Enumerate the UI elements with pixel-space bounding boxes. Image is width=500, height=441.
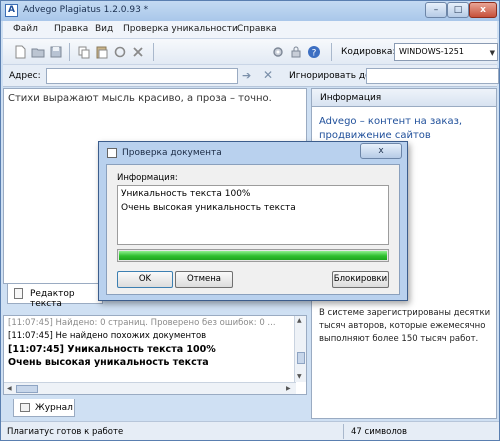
- encoding-label: Кодировка:: [341, 47, 396, 57]
- app-window: A Advego Plagiatus 1.2.0.93 * – □ x Файл…: [0, 0, 500, 441]
- info-footer-text: В системе зарегистрированы десятки тысяч…: [319, 308, 491, 344]
- dialog-result-line: Уникальность текста 100%: [121, 189, 251, 199]
- scroll-up-icon[interactable]: ▲: [297, 317, 302, 324]
- status-separator: [343, 424, 344, 439]
- toolbar-separator: [153, 43, 154, 61]
- go-arrow-icon[interactable]: ➔: [242, 69, 251, 82]
- address-label: Адрес:: [9, 71, 41, 81]
- progress-fill: [119, 251, 387, 260]
- scroll-thumb[interactable]: [297, 352, 305, 364]
- dialog-result-line: Очень высокая уникальность текста: [121, 203, 296, 213]
- dialog-info-label: Информация:: [117, 173, 178, 183]
- dialog-title-bar[interactable]: Проверка документа x: [99, 142, 407, 164]
- blocks-button[interactable]: Блокировки: [332, 271, 389, 288]
- maximize-button[interactable]: □: [447, 2, 469, 18]
- refresh-icon[interactable]: [113, 45, 127, 59]
- dialog-title: Проверка документа: [122, 148, 222, 158]
- tab-text-editor-label: Редактор текста: [30, 289, 75, 309]
- app-logo-icon: A: [5, 4, 18, 17]
- tab-journal[interactable]: Журнал: [13, 399, 75, 417]
- encoding-select[interactable]: WINDOWS-1251 ▼: [394, 43, 498, 61]
- scroll-right-icon[interactable]: ▶: [286, 385, 291, 392]
- chevron-down-icon: ▼: [489, 49, 495, 57]
- status-bar: Плагиатус готов к работе 47 символов: [1, 421, 499, 440]
- paste-icon[interactable]: [95, 45, 109, 59]
- log-line: Очень высокая уникальность текста: [8, 357, 209, 368]
- scroll-left-icon[interactable]: ◀: [7, 385, 12, 392]
- check-document-dialog: Проверка документа x Информация: Уникаль…: [98, 141, 408, 301]
- address-input[interactable]: [46, 68, 238, 84]
- menu-edit[interactable]: Правка: [54, 24, 88, 34]
- settings-icon[interactable]: [271, 45, 285, 59]
- ok-button[interactable]: OK: [117, 271, 173, 288]
- log-line: [11:07:45] Уникальность текста 100%: [8, 344, 216, 355]
- toolbar: ? Кодировка: WINDOWS-1251 ▼: [3, 38, 498, 65]
- menu-bar: Файл Правка Вид Проверка уникальности Сп…: [3, 21, 497, 38]
- cancel-button[interactable]: Отмена: [175, 271, 233, 288]
- window-title: Advego Plagiatus 1.2.0.93 *: [23, 5, 149, 15]
- log-line: [11:07:45] Найдено: 0 страниц. Проверено…: [8, 318, 276, 328]
- tab-journal-label: Журнал: [35, 403, 73, 413]
- menu-view[interactable]: Вид: [95, 24, 113, 34]
- open-folder-icon[interactable]: [31, 45, 45, 59]
- info-headline-link[interactable]: Advego – контент на заказ, продвижение с…: [319, 115, 491, 143]
- toolbar-separator: [69, 43, 70, 61]
- progress-bar: [117, 249, 389, 262]
- editor-text: Стихи выражают мысль красиво, а проза – …: [8, 93, 272, 104]
- scroll-thumb[interactable]: [16, 385, 38, 393]
- clear-icon[interactable]: [131, 45, 145, 59]
- journal-icon: [20, 403, 30, 412]
- copy-icon[interactable]: [77, 45, 91, 59]
- log-line: [11:07:45] Не найдено похожих документов: [8, 331, 207, 341]
- clear-address-icon[interactable]: ✕: [263, 68, 273, 82]
- document-icon: [14, 288, 23, 299]
- info-panel-title: Информация: [320, 93, 382, 103]
- menu-file[interactable]: Файл: [13, 24, 38, 34]
- save-icon[interactable]: [49, 45, 63, 59]
- lock-icon[interactable]: [289, 45, 303, 59]
- character-count: 47 символов: [351, 427, 407, 437]
- encoding-value: WINDOWS-1251: [399, 47, 464, 56]
- dialog-close-button[interactable]: x: [360, 143, 402, 159]
- info-panel-header: Информация: [311, 88, 497, 107]
- dialog-body: Информация: Уникальность текста 100% Оче…: [106, 164, 400, 295]
- svg-text:?: ?: [312, 49, 317, 59]
- toolbar-separator: [331, 43, 332, 61]
- dialog-info-box: Уникальность текста 100% Очень высокая у…: [117, 185, 389, 245]
- new-document-icon[interactable]: [13, 45, 27, 59]
- address-bar: Адрес: ➔ ✕ Игнорировать домены:: [3, 65, 499, 87]
- help-icon[interactable]: ?: [307, 45, 321, 59]
- log-vertical-scrollbar[interactable]: ▲ ▼: [294, 316, 306, 382]
- menu-help[interactable]: Справка: [237, 24, 277, 34]
- tab-text-editor[interactable]: Редактор текста: [7, 284, 103, 309]
- close-button[interactable]: x: [469, 2, 497, 18]
- minimize-button[interactable]: –: [425, 2, 447, 18]
- status-message: Плагиатус готов к работе: [7, 427, 124, 437]
- dialog-window-icon: [107, 148, 117, 158]
- menu-check-uniqueness[interactable]: Проверка уникальности: [123, 24, 238, 34]
- scroll-down-icon[interactable]: ▼: [297, 373, 302, 380]
- title-bar[interactable]: A Advego Plagiatus 1.2.0.93 * – □ x: [1, 1, 499, 21]
- log-panel: [11:07:45] Найдено: 0 страниц. Проверено…: [3, 315, 307, 395]
- log-horizontal-scrollbar[interactable]: ◀ ▶: [4, 382, 296, 394]
- ignore-domains-input[interactable]: [366, 68, 499, 84]
